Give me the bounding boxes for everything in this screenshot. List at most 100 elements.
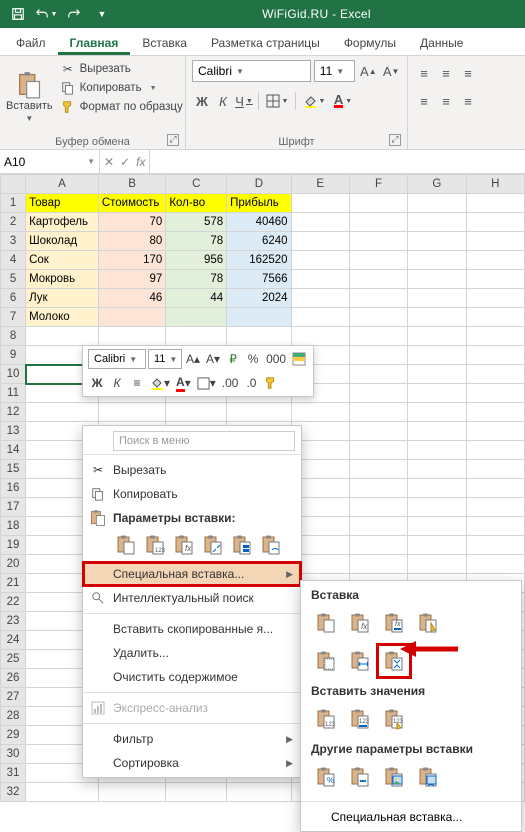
cell[interactable] bbox=[291, 232, 349, 251]
row-header[interactable]: 6 bbox=[1, 289, 26, 308]
cell[interactable]: Лук bbox=[26, 289, 99, 308]
cell[interactable] bbox=[166, 327, 227, 346]
col-header[interactable]: H bbox=[466, 175, 524, 194]
row-header[interactable]: 4 bbox=[1, 251, 26, 270]
cell[interactable] bbox=[291, 308, 349, 327]
paste-opt-formatting[interactable] bbox=[229, 532, 255, 558]
cell[interactable] bbox=[227, 783, 291, 802]
cell[interactable] bbox=[466, 194, 524, 213]
align-top-icon[interactable]: ≡ bbox=[414, 62, 434, 84]
increase-font-icon[interactable]: A▲ bbox=[358, 60, 378, 82]
row-header[interactable]: 12 bbox=[1, 403, 26, 422]
row-header[interactable]: 19 bbox=[1, 536, 26, 555]
row-header[interactable]: 8 bbox=[1, 327, 26, 346]
qat-customize-button[interactable]: ▼ bbox=[90, 2, 114, 26]
currency-icon[interactable]: ₽ bbox=[224, 349, 242, 369]
fill-color-button[interactable]: ▼ bbox=[300, 90, 328, 112]
bold-icon[interactable]: Ж bbox=[88, 373, 106, 393]
row-header[interactable]: 13 bbox=[1, 422, 26, 441]
cell[interactable] bbox=[466, 517, 524, 536]
col-header[interactable]: E bbox=[291, 175, 349, 194]
decrease-font-icon[interactable]: A▾ bbox=[204, 349, 222, 369]
cell[interactable] bbox=[349, 403, 407, 422]
cell[interactable] bbox=[349, 327, 407, 346]
cell[interactable]: Картофель bbox=[26, 213, 99, 232]
cell[interactable] bbox=[291, 251, 349, 270]
cell[interactable] bbox=[466, 327, 524, 346]
sub-paste-values[interactable]: 123 bbox=[311, 704, 341, 734]
paste-button[interactable]: Вставить ▼ bbox=[6, 60, 53, 134]
cell[interactable]: 46 bbox=[98, 289, 165, 308]
cell[interactable] bbox=[291, 289, 349, 308]
align-bottom-icon[interactable]: ≡ bbox=[458, 62, 478, 84]
cell[interactable] bbox=[26, 783, 99, 802]
cell[interactable]: 97 bbox=[98, 270, 165, 289]
cell[interactable]: Молоко bbox=[26, 308, 99, 327]
select-all-corner[interactable] bbox=[1, 175, 26, 194]
cell[interactable]: 7566 bbox=[227, 270, 291, 289]
cell[interactable] bbox=[408, 346, 466, 365]
font-name-combo[interactable]: Calibri▼ bbox=[192, 60, 311, 82]
cell[interactable] bbox=[408, 384, 466, 403]
row-header[interactable]: 21 bbox=[1, 574, 26, 593]
cell[interactable] bbox=[408, 213, 466, 232]
cell[interactable] bbox=[408, 517, 466, 536]
row-header[interactable]: 14 bbox=[1, 441, 26, 460]
undo-button[interactable]: ▼ bbox=[34, 2, 58, 26]
italic-button[interactable]: К bbox=[213, 90, 233, 112]
cell[interactable] bbox=[291, 270, 349, 289]
cell[interactable] bbox=[408, 194, 466, 213]
menu-search-input[interactable]: Поиск в меню bbox=[113, 431, 295, 451]
cell[interactable] bbox=[349, 232, 407, 251]
cell[interactable]: Сок bbox=[26, 251, 99, 270]
name-box[interactable]: A10▼ bbox=[0, 150, 100, 173]
cell[interactable] bbox=[466, 213, 524, 232]
row-header[interactable]: 29 bbox=[1, 726, 26, 745]
row-header[interactable]: 5 bbox=[1, 270, 26, 289]
sub-paste-link[interactable] bbox=[345, 762, 375, 792]
cut-button[interactable]: ✂Вырезать bbox=[57, 60, 187, 78]
cell[interactable] bbox=[466, 365, 524, 384]
cell[interactable]: 78 bbox=[166, 270, 227, 289]
cell[interactable] bbox=[166, 783, 227, 802]
align-center-icon[interactable]: ≡ bbox=[436, 90, 456, 112]
ctx-delete[interactable]: Удалить... bbox=[83, 641, 301, 665]
row-header[interactable]: 2 bbox=[1, 213, 26, 232]
cell[interactable]: 956 bbox=[166, 251, 227, 270]
cell[interactable] bbox=[408, 536, 466, 555]
ctx-clear[interactable]: Очистить содержимое bbox=[83, 665, 301, 689]
cell[interactable] bbox=[349, 517, 407, 536]
col-header[interactable]: D bbox=[227, 175, 291, 194]
confirm-formula-icon[interactable]: ✓ bbox=[120, 155, 130, 169]
cell[interactable]: Мокровь bbox=[26, 270, 99, 289]
cell[interactable] bbox=[26, 403, 99, 422]
cell[interactable] bbox=[98, 308, 165, 327]
cell[interactable] bbox=[466, 555, 524, 574]
cell[interactable] bbox=[349, 194, 407, 213]
cell[interactable] bbox=[349, 384, 407, 403]
cell[interactable] bbox=[408, 422, 466, 441]
cell[interactable] bbox=[166, 403, 227, 422]
underline-button[interactable]: Ч▼ bbox=[234, 90, 254, 112]
cell[interactable] bbox=[349, 213, 407, 232]
cell[interactable] bbox=[349, 270, 407, 289]
cell[interactable] bbox=[98, 403, 165, 422]
copy-button[interactable]: Копировать▼ bbox=[57, 79, 187, 97]
cell[interactable]: 6240 bbox=[227, 232, 291, 251]
row-header[interactable]: 9 bbox=[1, 346, 26, 365]
paste-opt-link[interactable] bbox=[258, 532, 284, 558]
ctx-sort[interactable]: Сортировка▶ bbox=[83, 751, 301, 775]
cell[interactable] bbox=[26, 327, 99, 346]
increase-font-icon[interactable]: A▴ bbox=[184, 349, 202, 369]
fill-color-icon[interactable]: ▾ bbox=[148, 373, 172, 393]
cell[interactable]: Шоколад bbox=[26, 232, 99, 251]
row-header[interactable]: 1 bbox=[1, 194, 26, 213]
cell[interactable] bbox=[466, 346, 524, 365]
cell[interactable] bbox=[98, 783, 165, 802]
cell[interactable] bbox=[408, 308, 466, 327]
tab-page-layout[interactable]: Разметка страницы bbox=[199, 30, 332, 55]
align-left-icon[interactable]: ≡ bbox=[414, 90, 434, 112]
cell[interactable] bbox=[349, 536, 407, 555]
row-header[interactable]: 24 bbox=[1, 631, 26, 650]
row-header[interactable]: 27 bbox=[1, 688, 26, 707]
